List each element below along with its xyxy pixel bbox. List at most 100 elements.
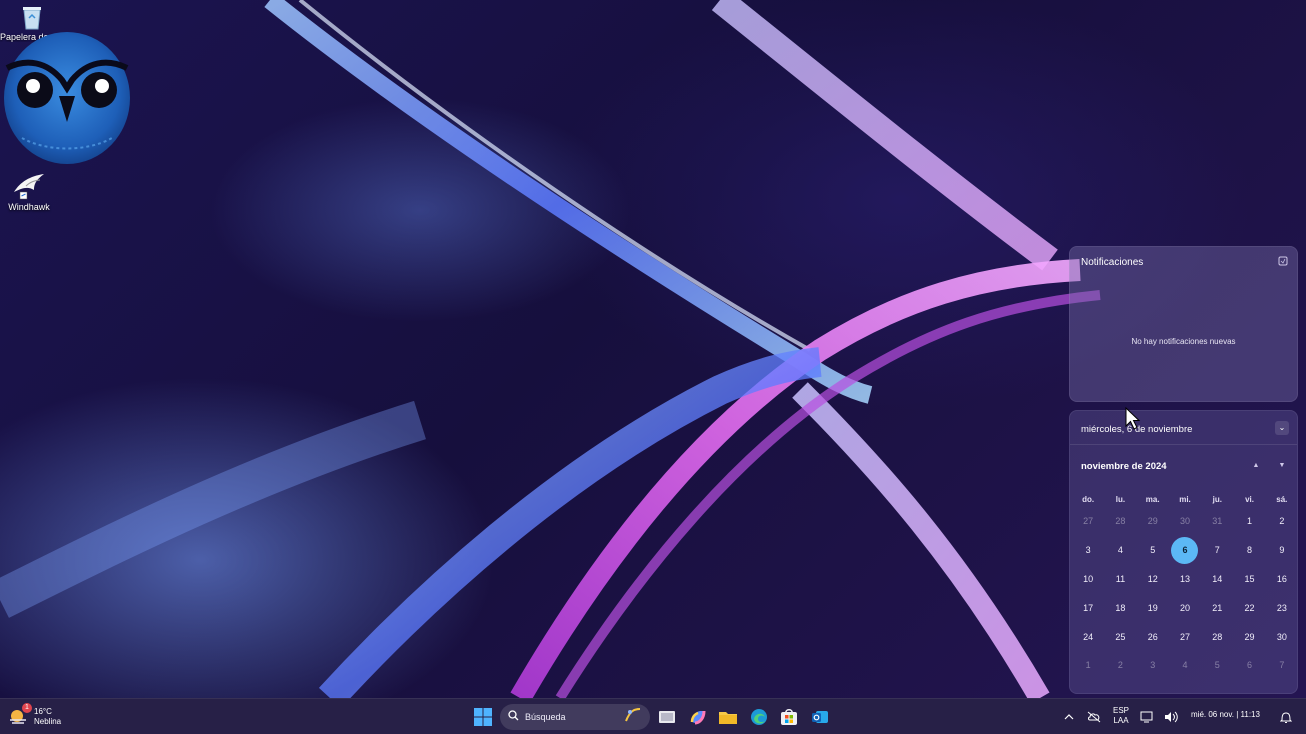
calendar-week-row: 3 4 5 6 7 8 9 bbox=[1072, 536, 1298, 565]
calendar-day-number: 22 bbox=[1244, 602, 1255, 613]
calendar-day-number: 3 bbox=[1085, 545, 1091, 556]
calendar-day[interactable]: 19 bbox=[1137, 603, 1169, 613]
weekday-label: do. bbox=[1082, 494, 1095, 504]
calendar-day[interactable]: 13 bbox=[1169, 574, 1201, 584]
weekday-label: vi. bbox=[1245, 494, 1254, 504]
calendar-day-number: 30 bbox=[1276, 631, 1287, 642]
calendar-day[interactable]: 31 bbox=[1201, 516, 1233, 526]
display-icon[interactable] bbox=[1136, 705, 1156, 729]
calendar-day-today[interactable]: 6 bbox=[1169, 536, 1201, 564]
recycle-bin-icon bbox=[21, 4, 43, 30]
edge-button[interactable] bbox=[747, 705, 771, 729]
calendar-day-number: 4 bbox=[1182, 660, 1188, 671]
calendar-day[interactable]: 30 bbox=[1169, 516, 1201, 526]
notification-bell-icon[interactable] bbox=[1276, 705, 1296, 729]
store-icon bbox=[781, 709, 797, 725]
calendar-week-row: 27 28 29 30 31 1 2 bbox=[1072, 507, 1298, 536]
calendar-month-label[interactable]: noviembre de 2024 bbox=[1081, 461, 1167, 472]
calendar-day-number: 1 bbox=[1085, 660, 1091, 671]
calendar-day[interactable]: 3 bbox=[1072, 545, 1104, 555]
calendar-day[interactable]: 25 bbox=[1104, 632, 1136, 642]
outlook-icon bbox=[812, 711, 828, 723]
outlook-button[interactable] bbox=[808, 705, 832, 729]
calendar-day-number: 27 bbox=[1179, 631, 1190, 642]
calendar-day[interactable]: 17 bbox=[1072, 603, 1104, 613]
clock[interactable]: mié. 06 nov. | 11:13 bbox=[1191, 710, 1260, 720]
calendar-day-number: 7 bbox=[1214, 545, 1220, 556]
notification-settings-icon[interactable] bbox=[1277, 255, 1289, 267]
calendar-day[interactable]: 15 bbox=[1233, 574, 1265, 584]
calendar-day[interactable]: 16 bbox=[1266, 574, 1298, 584]
calendar-day[interactable]: 6 bbox=[1233, 660, 1265, 670]
notification-empty-text: No hay notificaciones nuevas bbox=[1131, 337, 1236, 346]
calendar-day[interactable]: 28 bbox=[1104, 516, 1136, 526]
calendar-day[interactable]: 18 bbox=[1104, 603, 1136, 613]
calendar-day-number: 31 bbox=[1212, 516, 1223, 527]
calendar-day[interactable]: 7 bbox=[1201, 545, 1233, 555]
calendar-day[interactable]: 21 bbox=[1201, 603, 1233, 613]
search-box[interactable]: Búsqueda bbox=[500, 704, 650, 730]
task-view-icon bbox=[659, 711, 675, 723]
calendar-day[interactable]: 9 bbox=[1266, 545, 1298, 555]
calendar-day[interactable]: 14 bbox=[1201, 574, 1233, 584]
calendar-day[interactable]: 27 bbox=[1072, 516, 1104, 526]
calendar-day[interactable]: 3 bbox=[1137, 660, 1169, 670]
weather-widget[interactable]: 1 16°C Neblina bbox=[8, 703, 61, 731]
calendar-day[interactable]: 5 bbox=[1137, 545, 1169, 555]
copilot-icon bbox=[690, 710, 706, 725]
calendar-day[interactable]: 1 bbox=[1072, 660, 1104, 670]
file-explorer-button[interactable] bbox=[716, 705, 740, 729]
calendar-day[interactable]: 27 bbox=[1169, 632, 1201, 642]
task-view-button[interactable] bbox=[655, 705, 679, 729]
calendar-day[interactable]: 8 bbox=[1233, 545, 1265, 555]
file-explorer-icon bbox=[719, 712, 737, 724]
notification-title: Notificaciones bbox=[1081, 257, 1144, 268]
language-code: ESP bbox=[1113, 706, 1130, 715]
desktop-icon-label: Windhawk bbox=[8, 202, 50, 212]
calendar-day[interactable]: 7 bbox=[1266, 660, 1298, 670]
calendar-day[interactable]: 24 bbox=[1072, 632, 1104, 642]
start-button[interactable] bbox=[471, 705, 495, 729]
owl-logo bbox=[2, 28, 132, 164]
copilot-button[interactable] bbox=[686, 705, 710, 729]
calendar-day-number: 15 bbox=[1244, 573, 1255, 584]
calendar-day[interactable]: 11 bbox=[1104, 574, 1136, 584]
calendar-day[interactable]: 23 bbox=[1266, 603, 1298, 613]
edge-icon bbox=[751, 709, 767, 725]
calendar-day[interactable]: 30 bbox=[1266, 632, 1298, 642]
calendar-day-number: 6 bbox=[1171, 536, 1199, 564]
calendar-day[interactable]: 12 bbox=[1137, 574, 1169, 584]
chevron-down-icon[interactable]: ⌄ bbox=[1275, 421, 1289, 435]
calendar-day[interactable]: 20 bbox=[1169, 603, 1201, 613]
calendar-grid: do. lu. ma. mi. ju. vi. sá. 27 28 29 30 31 1 2… bbox=[1072, 491, 1298, 680]
volume-icon[interactable] bbox=[1161, 705, 1181, 729]
calendar-day[interactable]: 1 bbox=[1233, 516, 1265, 526]
desktop-icon-windhawk[interactable]: Windhawk bbox=[0, 170, 61, 212]
calendar-day-number: 19 bbox=[1147, 602, 1158, 613]
calendar-day[interactable]: 28 bbox=[1201, 632, 1233, 642]
keyboard-layout: LAA bbox=[1113, 716, 1129, 725]
calendar-day[interactable]: 26 bbox=[1137, 632, 1169, 642]
calendar-day-number: 3 bbox=[1150, 660, 1156, 671]
calendar-day[interactable]: 2 bbox=[1104, 660, 1136, 670]
calendar-day[interactable]: 2 bbox=[1266, 516, 1298, 526]
calendar-day[interactable]: 22 bbox=[1233, 603, 1265, 613]
chevron-up-icon[interactable]: ▲ bbox=[1250, 460, 1262, 472]
calendar-day[interactable]: 5 bbox=[1201, 660, 1233, 670]
chevron-down-icon[interactable]: ▼ bbox=[1276, 460, 1288, 472]
onedrive-off-icon[interactable] bbox=[1084, 705, 1104, 729]
calendar-day-number: 9 bbox=[1279, 545, 1285, 556]
calendar-day-number: 5 bbox=[1150, 545, 1156, 556]
calendar-day[interactable]: 4 bbox=[1104, 545, 1136, 555]
calendar-day[interactable]: 29 bbox=[1233, 632, 1265, 642]
calendar-day-number: 28 bbox=[1115, 516, 1126, 527]
language-indicator[interactable]: ESP LAA bbox=[1113, 706, 1129, 726]
calendar-day[interactable]: 4 bbox=[1169, 660, 1201, 670]
calendar-day[interactable]: 10 bbox=[1072, 574, 1104, 584]
search-input[interactable]: Búsqueda bbox=[525, 712, 566, 722]
calendar-day-number: 4 bbox=[1117, 545, 1123, 556]
chevron-up-icon[interactable] bbox=[1060, 705, 1078, 729]
store-button[interactable] bbox=[777, 705, 801, 729]
calendar-day[interactable]: 29 bbox=[1137, 516, 1169, 526]
notification-panel: Notificaciones No hay notificaciones nue… bbox=[1069, 246, 1298, 402]
